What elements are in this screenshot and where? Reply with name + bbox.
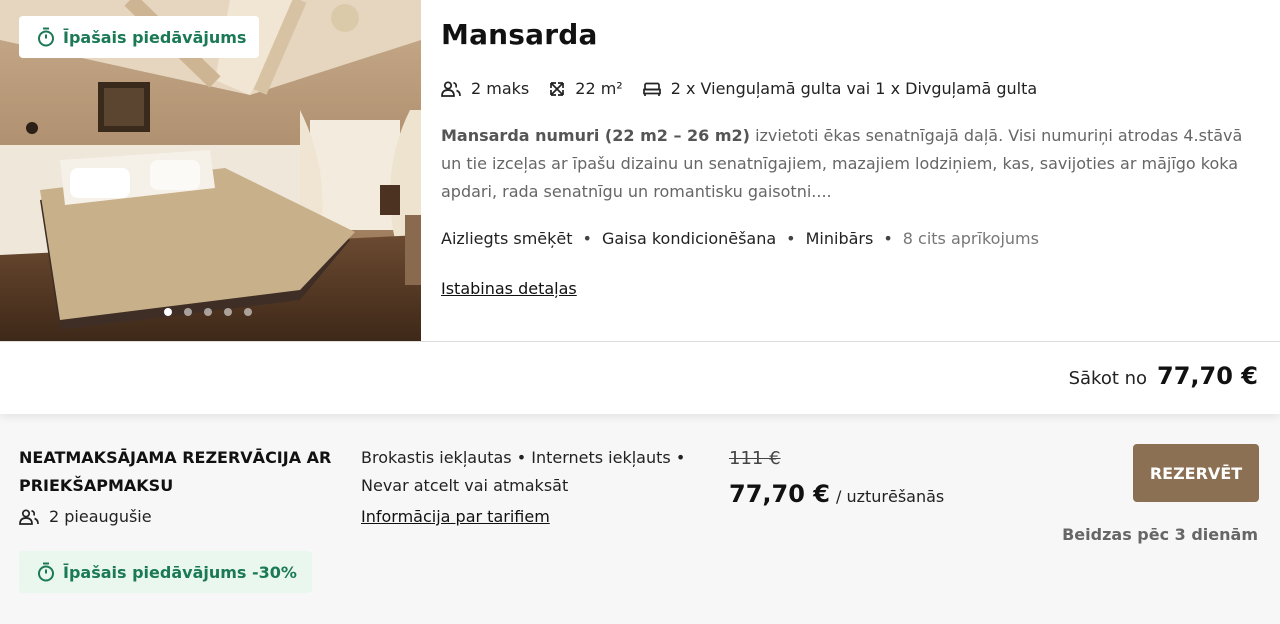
bed-icon (642, 82, 661, 96)
carousel-dot[interactable] (244, 308, 252, 316)
capacity-label: 2 maks (471, 79, 530, 98)
more-amenities[interactable]: 8 cits aprīkojums (903, 229, 1039, 248)
carousel-dot[interactable] (184, 308, 192, 316)
rate-name: NEATMAKSĀJAMA REZERVĀCIJA AR PRIEKŠAPMAK… (19, 448, 332, 495)
new-price-amount: 77,70 € (729, 480, 830, 508)
carousel-dot[interactable] (224, 308, 232, 316)
stopwatch-icon (38, 27, 54, 47)
area-fact: 22 m² (549, 79, 623, 98)
beds-fact: 2 x Vienguļamā gulta vai 1 x Divguļamā g… (642, 79, 1038, 98)
amenity-separator: • (883, 229, 893, 248)
special-offer-badge: Īpašais piedāvājums (19, 16, 259, 58)
expand-icon (550, 81, 565, 96)
offer-expires: Beidzas pēc 3 dienām (1062, 525, 1258, 544)
tariff-info-link[interactable]: Informācija par tarifiem (361, 507, 550, 526)
description-bold: Mansarda numuri (22 m2 – 26 m2) (441, 126, 750, 145)
reserve-button[interactable]: REZERVĒT (1133, 444, 1259, 502)
guests-icon (441, 80, 461, 97)
amenity-item: Aizliegts smēķēt (441, 229, 573, 248)
price-from-value: 77,70 € (1157, 362, 1258, 390)
new-price: 77,70 € / uzturēšanās (729, 480, 944, 508)
area-label: 22 m² (575, 79, 623, 98)
carousel-dots (164, 308, 252, 316)
rate-guests: 2 pieaugušie (19, 507, 152, 526)
room-title: Mansarda (441, 18, 598, 51)
guests-label: 2 pieaugušie (49, 507, 152, 526)
room-details-link[interactable]: Istabinas detaļas (441, 279, 577, 298)
amenity-separator: • (582, 229, 592, 248)
amenities-list: Aizliegts smēķēt • Gaisa kondicionēšana … (441, 229, 1039, 248)
beds-label: 2 x Vienguļamā gulta vai 1 x Divguļamā g… (670, 79, 1038, 98)
room-card: Īpašais piedāvājums Mansarda 2 maks 22 m… (0, 0, 1280, 414)
carousel-dot[interactable] (204, 308, 212, 316)
amenity-separator: • (786, 229, 796, 248)
divider (0, 341, 1280, 342)
room-description: Mansarda numuri (22 m2 – 26 m2) izvietot… (441, 122, 1261, 206)
rate-offer-badge: Īpašais piedāvājums -30% (19, 551, 312, 593)
carousel-dot[interactable] (164, 308, 172, 316)
guests-icon (19, 508, 39, 525)
amenity-item: Gaisa kondicionēšana (601, 229, 777, 248)
amenity-item: Minibārs (805, 229, 874, 248)
room-facts: 2 maks 22 m² 2 x Vienguļamā gulta vai 1 … (441, 79, 1057, 98)
rate-inclusions: Brokastis iekļautas • Internets iekļauts… (361, 448, 686, 495)
price-from-label: Sākot no (1068, 368, 1148, 389)
rate-offer-label: Īpašais piedāvājums -30% (63, 562, 297, 582)
special-offer-label: Īpašais piedāvājums (63, 27, 247, 47)
price-unit: / uzturēšanās (835, 487, 945, 506)
capacity-fact: 2 maks (441, 79, 529, 98)
room-photo[interactable]: Īpašais piedāvājums (0, 0, 421, 342)
stopwatch-icon (38, 562, 54, 582)
price-from: Sākot no 77,70 € (1069, 362, 1258, 390)
old-price: 111 € (729, 448, 781, 469)
